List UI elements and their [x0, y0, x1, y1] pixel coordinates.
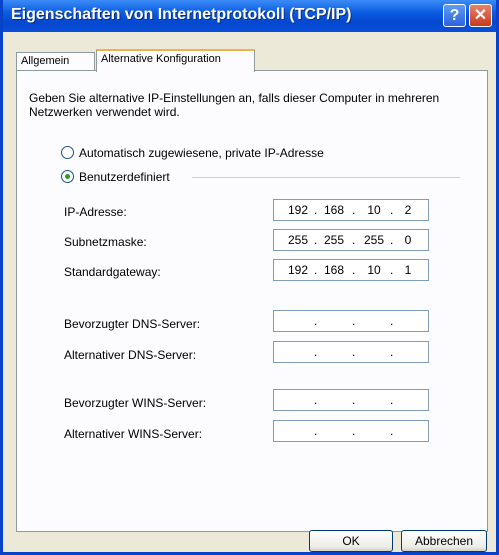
ip-dot: .: [352, 233, 356, 247]
window-title: Eigenschaften von Internetprotokoll (TCP…: [11, 6, 352, 23]
tab-allgemein[interactable]: Allgemein: [16, 52, 95, 71]
close-button[interactable]: ✕: [469, 4, 492, 27]
subnet-mask-label: Subnetzmaske:: [64, 235, 147, 249]
ok-button[interactable]: OK: [309, 530, 393, 552]
radio-custom-label: Benutzerdefiniert: [79, 170, 170, 184]
gateway-octet-2: 168: [323, 263, 345, 277]
alternate-dns-label: Alternativer DNS-Server:: [64, 348, 197, 362]
subnet-octet-3: 255: [363, 233, 385, 247]
ip-address-input[interactable]: 192. 168. 10. 2: [273, 199, 429, 221]
tab-panel: Geben Sie alternative IP-Einstellungen a…: [16, 70, 488, 532]
ip-dot: .: [390, 345, 394, 359]
help-button[interactable]: ?: [443, 4, 466, 27]
gateway-octet-4: 1: [404, 263, 412, 277]
preferred-wins-input[interactable]: ...: [273, 389, 429, 411]
subnet-octet-4: 0: [404, 233, 412, 247]
ip-dot: .: [314, 345, 318, 359]
ip-dot: .: [352, 203, 356, 217]
ip-dot: .: [314, 233, 318, 247]
ip-dot: .: [314, 424, 318, 438]
ip-dot: .: [314, 314, 318, 328]
ip-dot: .: [352, 393, 356, 407]
radio-auto-icon[interactable]: [61, 146, 74, 159]
alternate-dns-input[interactable]: ...: [273, 341, 429, 363]
subnet-octet-2: 255: [323, 233, 345, 247]
preferred-dns-label: Bevorzugter DNS-Server:: [64, 317, 201, 331]
ip-dot: .: [314, 203, 318, 217]
alternate-wins-label: Alternativer WINS-Server:: [64, 427, 203, 441]
radio-selected-dot: [65, 174, 70, 179]
ip-dot: .: [352, 263, 356, 277]
subnet-octet-1: 255: [287, 233, 309, 247]
ip-dot: .: [390, 424, 394, 438]
gateway-input[interactable]: 192. 168. 10. 1: [273, 259, 429, 281]
subnet-mask-input[interactable]: 255. 255. 255. 0: [273, 229, 429, 251]
cancel-button[interactable]: Abbrechen: [401, 530, 487, 552]
radio-custom-icon[interactable]: [61, 170, 74, 183]
radio-custom[interactable]: Benutzerdefiniert: [61, 170, 170, 184]
preferred-wins-label: Bevorzugter WINS-Server:: [64, 396, 207, 410]
gateway-label: Standardgateway:: [64, 265, 161, 279]
alternate-wins-input[interactable]: ...: [273, 420, 429, 442]
description-text: Geben Sie alternative IP-Einstellungen a…: [29, 91, 440, 119]
ip-dot: .: [390, 393, 394, 407]
radio-auto-label: Automatisch zugewiesene, private IP-Adre…: [79, 146, 324, 160]
gateway-octet-3: 10: [367, 263, 381, 277]
ip-dot: .: [352, 424, 356, 438]
dialog-window: Eigenschaften von Internetprotokoll (TCP…: [0, 0, 499, 555]
title-bar[interactable]: Eigenschaften von Internetprotokoll (TCP…: [3, 0, 496, 32]
radio-auto-ip[interactable]: Automatisch zugewiesene, private IP-Adre…: [61, 146, 324, 160]
ip-dot: .: [314, 393, 318, 407]
ip-dot: .: [352, 345, 356, 359]
ip-octet-1: 192: [287, 203, 309, 217]
ip-octet-3: 10: [367, 203, 381, 217]
group-divider: [192, 177, 460, 178]
ip-octet-4: 2: [404, 203, 412, 217]
ip-dot: .: [390, 314, 394, 328]
ip-dot: .: [352, 314, 356, 328]
gateway-octet-1: 192: [287, 263, 309, 277]
ip-dot: .: [314, 263, 318, 277]
tab-alternative-konfiguration[interactable]: Alternative Konfiguration: [96, 49, 255, 72]
ip-address-label: IP-Adresse:: [64, 205, 127, 219]
ip-octet-2: 168: [323, 203, 345, 217]
preferred-dns-input[interactable]: ...: [273, 310, 429, 332]
